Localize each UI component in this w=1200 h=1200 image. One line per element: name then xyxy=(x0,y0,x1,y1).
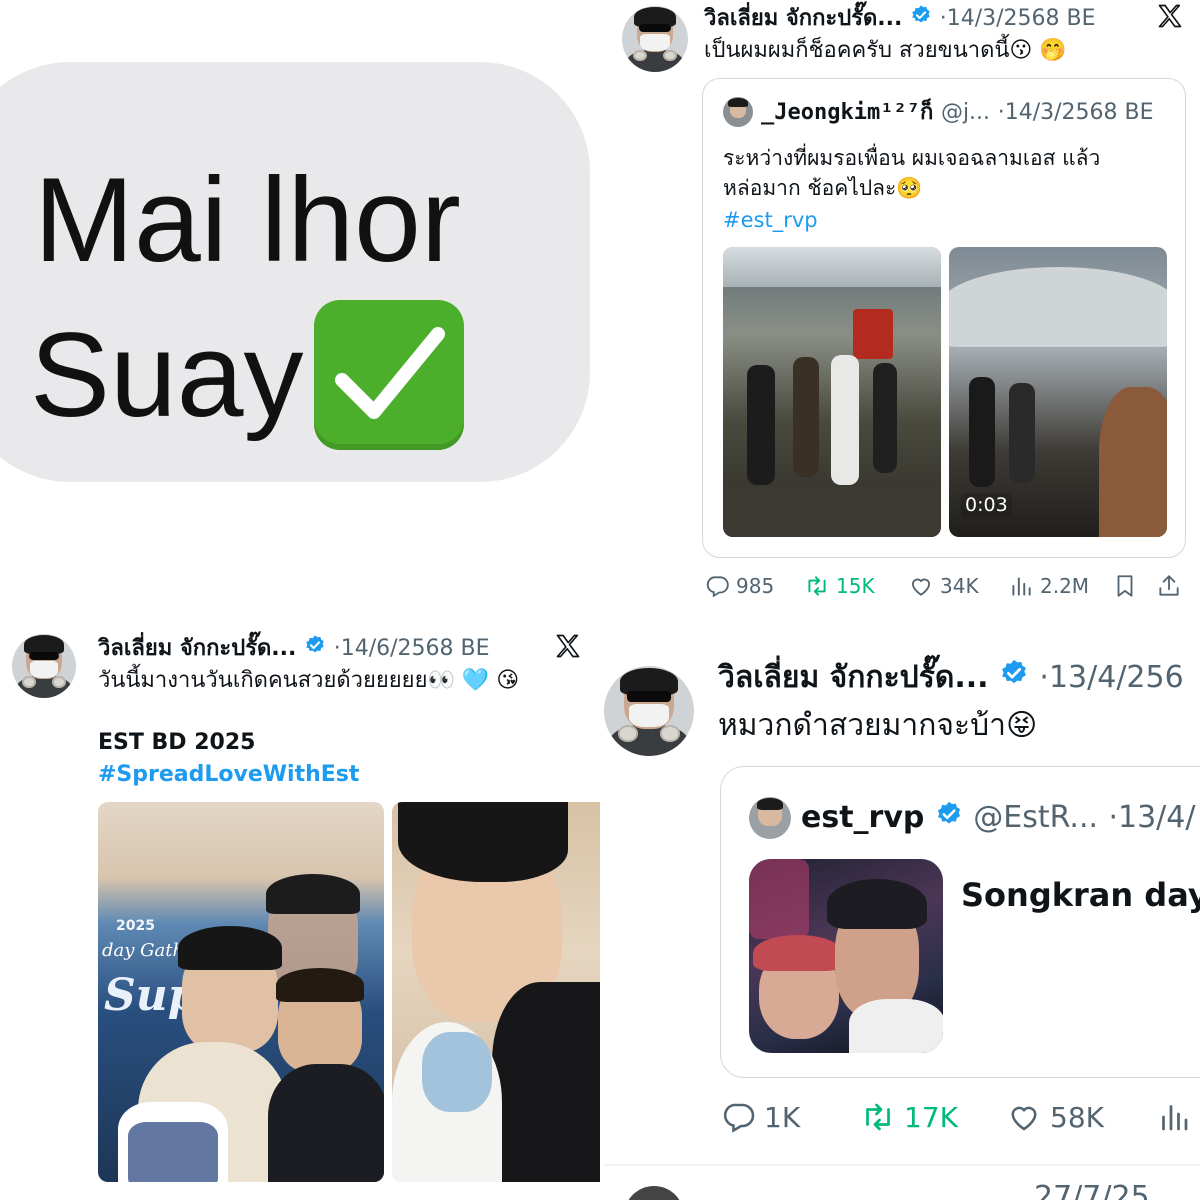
avatar[interactable] xyxy=(604,666,694,756)
author-name[interactable]: วิลเลี่ยม จักกะปรั๊ด... xyxy=(718,660,989,695)
author-name[interactable]: วิลเลี่ยม จักกะปรั๊ด... xyxy=(98,636,296,661)
bookmark-icon xyxy=(1112,573,1138,599)
quote-photo[interactable] xyxy=(723,247,941,537)
next-tweet-avatar xyxy=(624,1186,684,1200)
quote-text: Songkran day1 xyxy=(961,876,1200,914)
like-button[interactable]: 58K xyxy=(1006,1099,1156,1135)
quote-handle: @j... xyxy=(940,100,991,125)
repost-icon xyxy=(860,1099,896,1135)
quote-text-line-1: ระหว่างที่ผมรอเพื่อน ผมเจอฉลามเอส แล้ว xyxy=(723,146,1101,170)
quote-author-name: est_rvp xyxy=(801,800,925,835)
repost-count: 17K xyxy=(904,1100,958,1134)
tweet-text: วันนี้มางานวันเกิดคนสวยด้วยยยยย👀 🩵 😘 xyxy=(98,668,520,693)
x-logo-icon xyxy=(1156,2,1184,34)
repost-icon xyxy=(804,573,830,599)
quote-avatar xyxy=(749,797,791,839)
banner-year: 2025 xyxy=(116,918,155,934)
views-icon xyxy=(1156,1099,1192,1135)
views-count: 2.2M xyxy=(1040,574,1090,598)
avatar[interactable] xyxy=(622,6,688,72)
white-heavy-check-mark-icon xyxy=(313,300,464,450)
repost-button[interactable]: 17K xyxy=(860,1099,1006,1135)
views-button[interactable] xyxy=(1156,1099,1196,1135)
reply-button[interactable]: 1K xyxy=(720,1099,860,1135)
quote-avatar xyxy=(723,97,753,127)
views-icon xyxy=(1008,573,1034,599)
quote-hashtag[interactable]: #est_rvp xyxy=(723,205,818,235)
views-button[interactable]: 2.2M xyxy=(1008,573,1112,599)
x-logo-icon xyxy=(554,632,582,664)
video-duration: 0:03 xyxy=(961,493,1012,517)
like-count: 58K xyxy=(1050,1100,1104,1134)
meme-line-2-row: Suay xyxy=(30,300,464,450)
tweet-header: วิลเลี่ยม จักกะปรั๊ด... ·14/3/2568 BE xyxy=(704,4,1096,34)
bookmark-button[interactable] xyxy=(1112,573,1156,599)
share-icon xyxy=(1156,573,1182,599)
quote-header: est_rvp @EstR... ·13/4/ xyxy=(801,799,1195,838)
tweet-text: หมวกดำสวยมากจะบ้า😝 xyxy=(718,708,1038,743)
divider xyxy=(0,605,600,608)
quoted-tweet[interactable]: _Jeongkim¹²⁷ก็ @j... ·14/3/2568 BE ระหว่… xyxy=(702,78,1186,558)
reply-button[interactable]: 985 xyxy=(704,573,804,599)
verified-badge-icon xyxy=(910,4,932,34)
meme-line-1: Mai lhor xyxy=(34,153,461,287)
tweet-text: เป็นผมผมก็ช็อคครับ สวยขนาดนี้😗 🤭 xyxy=(704,38,1067,63)
verified-badge-icon xyxy=(999,658,1029,699)
repost-count: 15K xyxy=(836,574,875,598)
tweet-title: EST BD 2025 xyxy=(98,730,256,755)
quoted-tweet[interactable]: est_rvp @EstR... ·13/4/ Songkran day1 xyxy=(720,766,1200,1078)
tweet-bottom-right[interactable]: วิลเลี่ยม จักกะปรั๊ด... ·13/4/256 หมวกดำ… xyxy=(604,636,1200,1200)
tweet-bottom-left[interactable]: วิลเลี่ยม จักกะปรั๊ด... ·14/6/2568 BE วั… xyxy=(0,612,600,1200)
like-count: 34K xyxy=(940,574,979,598)
author-name[interactable]: วิลเลี่ยม จักกะปรั๊ด... xyxy=(704,6,902,31)
tweet-top-right[interactable]: วิลเลี่ยม จักกะปรั๊ด... ·14/3/2568 BE เป… xyxy=(600,0,1200,612)
tweet-photo-2[interactable] xyxy=(392,802,600,1182)
tweet-date[interactable]: ·14/3/2568 BE xyxy=(940,6,1096,31)
tweet-date[interactable]: ·13/4/256 xyxy=(1039,660,1183,695)
quote-author-name: _Jeongkim¹²⁷ก็ xyxy=(761,100,934,125)
share-button[interactable] xyxy=(1156,573,1186,599)
reply-icon xyxy=(704,573,730,599)
heart-icon xyxy=(1006,1099,1042,1135)
tweet-hashtag[interactable]: #SpreadLoveWithEst xyxy=(98,760,359,790)
reply-count: 985 xyxy=(736,574,775,598)
quote-text-line-2: หล่อมาก ช้อคไปละ🥺 xyxy=(723,176,923,200)
quote-date: ·13/4/ xyxy=(1108,800,1196,835)
heart-icon xyxy=(908,573,934,599)
quote-date: ·14/3/2568 BE xyxy=(997,100,1154,125)
tweet-photo-1[interactable]: 2025 day Gathering Sup xyxy=(98,802,384,1182)
reply-count: 1K xyxy=(764,1100,801,1134)
quote-photo[interactable] xyxy=(749,859,943,1053)
verified-badge-icon xyxy=(304,634,326,664)
quote-handle: @EstR... xyxy=(973,800,1099,835)
divider xyxy=(604,1164,1200,1166)
quote-video[interactable]: 0:03 xyxy=(949,247,1167,537)
action-bar: 985 15K 34K 2.2M xyxy=(704,570,1200,602)
tweet-date[interactable]: ·14/6/2568 BE xyxy=(334,636,490,661)
meme-panel: Mai lhor Suay xyxy=(0,0,600,600)
tweet-header: วิลเลี่ยม จักกะปรั๊ด... ·13/4/256 xyxy=(718,658,1184,699)
meme-line-2: Suay xyxy=(30,308,304,442)
reply-icon xyxy=(720,1099,756,1135)
next-tweet-date: 27/7/25 xyxy=(1034,1180,1150,1200)
avatar[interactable] xyxy=(12,634,76,698)
verified-badge-icon xyxy=(935,800,963,838)
repost-button[interactable]: 15K xyxy=(804,573,908,599)
tweet-header: วิลเลี่ยม จักกะปรั๊ด... ·14/6/2568 BE xyxy=(98,634,490,664)
quote-header: _Jeongkim¹²⁷ก็ @j... ·14/3/2568 BE xyxy=(761,99,1154,127)
like-button[interactable]: 34K xyxy=(908,573,1008,599)
action-bar: 1K 17K 58K xyxy=(720,1096,1200,1138)
